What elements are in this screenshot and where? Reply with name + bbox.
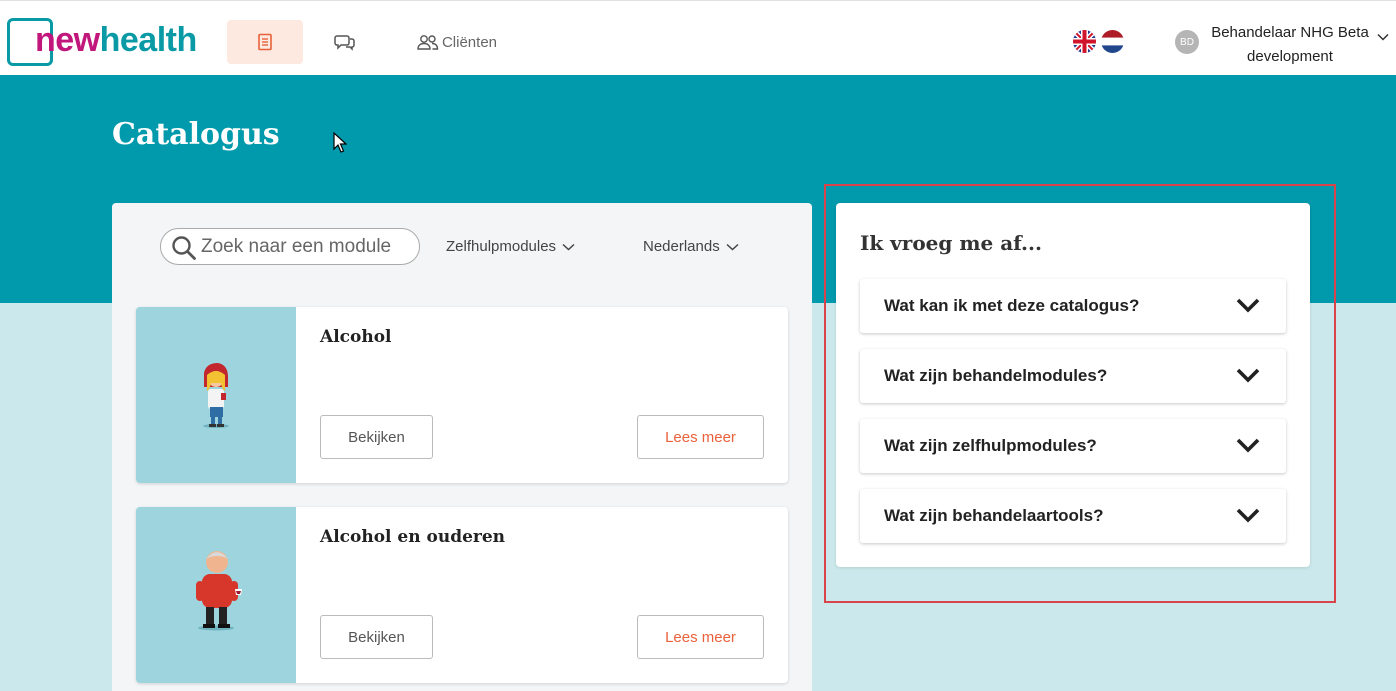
nav-tab-clients[interactable]: Cliënten [408, 20, 506, 64]
module-type-dropdown[interactable]: Zelfhulpmodules [446, 238, 575, 255]
nav-tab-messages[interactable] [325, 20, 365, 64]
uk-flag-icon [1073, 30, 1096, 53]
read-more-button[interactable]: Lees meer [637, 615, 764, 659]
faq-question: Wat kan ik met deze catalogus? [884, 296, 1140, 315]
chevron-down-icon [1236, 508, 1260, 523]
chevron-down-icon [1236, 298, 1260, 313]
user-name: Behandelaar NHG Beta development [1211, 24, 1369, 65]
chevron-down-icon [1236, 368, 1260, 383]
module-illustration [136, 507, 296, 683]
module-card: Alcohol en ouderen Bekijken Lees meer [136, 507, 788, 683]
newhealth-logo[interactable]: newhealth [7, 18, 207, 66]
logo-wordmark: newhealth [35, 21, 197, 59]
faq-title: Ik vroeg me af... [860, 231, 1042, 255]
nav-tab-catalog[interactable] [227, 20, 303, 64]
chevron-down-icon [1236, 438, 1260, 453]
book-icon [258, 33, 272, 51]
mouse-cursor-icon [333, 132, 347, 153]
faq-question: Wat zijn behandelaartools? [884, 506, 1104, 525]
faq-item-behandelaartools[interactable]: Wat zijn behandelaartools? [860, 489, 1286, 543]
search-box [160, 228, 420, 265]
older-man-with-wine-illustration [196, 551, 242, 631]
search-icon [172, 236, 196, 260]
faq-question: Wat zijn zelfhulpmodules? [884, 436, 1097, 455]
view-module-button[interactable]: Bekijken [320, 615, 433, 659]
faq-item-catalogus[interactable]: Wat kan ik met deze catalogus? [860, 279, 1286, 333]
module-illustration [136, 307, 296, 483]
module-title: Alcohol en ouderen [320, 527, 506, 547]
users-icon [417, 35, 439, 50]
language-english-flag[interactable] [1073, 30, 1096, 53]
faq-item-zelfhulpmodules[interactable]: Wat zijn zelfhulpmodules? [860, 419, 1286, 473]
chevron-down-icon [562, 243, 575, 251]
language-dutch-flag[interactable] [1101, 30, 1124, 53]
read-more-button[interactable]: Lees meer [637, 415, 764, 459]
module-type-label: Zelfhulpmodules [446, 238, 557, 255]
module-title: Alcohol [320, 327, 392, 347]
page-title: Catalogus [112, 117, 280, 152]
nl-flag-icon [1101, 30, 1124, 53]
search-input[interactable] [201, 229, 411, 264]
top-navbar: newhealth Cliënten BD Behandelaar NHG Be… [0, 0, 1396, 75]
faq-item-behandelmodules[interactable]: Wat zijn behandelmodules? [860, 349, 1286, 403]
faq-question: Wat zijn behandelmodules? [884, 366, 1108, 385]
user-menu[interactable]: BD Behandelaar NHG Beta development [1175, 19, 1390, 65]
woman-with-drink-illustration [203, 363, 229, 428]
module-card: Alcohol Bekijken Lees meer [136, 307, 788, 483]
avatar: BD [1175, 30, 1199, 54]
chat-bubbles-icon [334, 35, 355, 51]
view-module-button[interactable]: Bekijken [320, 415, 433, 459]
nav-tab-clients-label: Cliënten [441, 33, 498, 51]
language-dropdown[interactable]: Nederlands [643, 238, 739, 255]
language-label: Nederlands [643, 238, 720, 255]
chevron-down-icon [1377, 33, 1389, 41]
chevron-down-icon [726, 243, 739, 251]
